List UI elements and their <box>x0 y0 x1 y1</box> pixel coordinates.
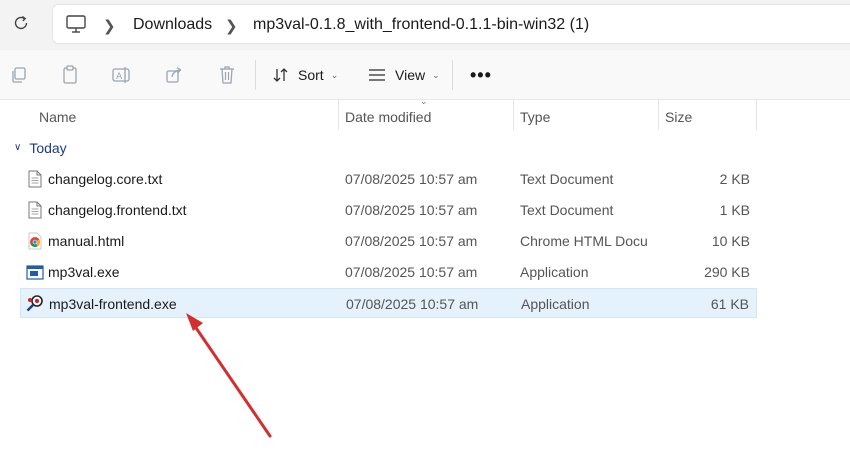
share-button[interactable] <box>163 64 185 86</box>
text-file-icon <box>28 170 42 188</box>
file-name: mp3val-frontend.exe <box>49 296 177 312</box>
breadcrumb-item-downloads[interactable]: Downloads <box>133 16 212 34</box>
chrome-html-icon <box>28 232 42 250</box>
more-options-button[interactable]: ••• <box>470 65 492 86</box>
view-list-icon <box>369 69 385 81</box>
breadcrumb-item-current-folder[interactable]: mp3val-0.1.8_with_frontend-0.1.1-bin-win… <box>253 16 589 34</box>
sort-label: Sort <box>298 67 324 83</box>
column-header-name[interactable]: Name <box>33 100 338 132</box>
sort-button[interactable]: Sort ⌄ <box>272 64 338 86</box>
column-header-size[interactable]: Size <box>659 100 756 132</box>
share-icon <box>166 66 182 83</box>
console-app-icon <box>26 265 44 280</box>
toolbar-divider <box>452 60 453 90</box>
file-row-selected[interactable]: mp3val-frontend.exe 07/08/2025 10:57 am … <box>20 288 757 318</box>
file-type: Text Document <box>520 171 614 187</box>
file-type: Application <box>520 264 589 280</box>
file-size: 2 KB <box>719 171 750 187</box>
file-row[interactable]: mp3val.exe 07/08/2025 10:57 am Applicati… <box>20 257 757 287</box>
rename-icon: A <box>112 67 130 83</box>
trash-icon <box>220 66 234 84</box>
file-date: 07/08/2025 10:57 am <box>345 264 478 280</box>
chevron-down-icon: ⌄ <box>432 69 440 80</box>
file-name: changelog.core.txt <box>48 171 163 187</box>
copy-button[interactable] <box>8 64 30 86</box>
mp3val-frontend-icon <box>26 295 43 312</box>
chevron-down-icon[interactable]: ∨ <box>14 142 21 153</box>
breadcrumb[interactable]: ❯ Downloads ❯ mp3val-0.1.8_with_frontend… <box>52 4 850 44</box>
this-pc-icon[interactable] <box>65 14 87 34</box>
view-label: View <box>395 67 426 83</box>
file-name: manual.html <box>48 233 125 249</box>
chevron-right-icon[interactable]: ❯ <box>225 17 238 35</box>
delete-button[interactable] <box>216 64 238 86</box>
paste-button[interactable] <box>59 64 81 86</box>
rename-button[interactable]: A <box>111 64 133 86</box>
annotation-arrow-shaft <box>190 320 272 438</box>
toolbar-divider <box>255 60 256 90</box>
file-row[interactable]: changelog.core.txt 07/08/2025 10:57 am T… <box>20 164 757 194</box>
file-row[interactable]: changelog.frontend.txt 07/08/2025 10:57 … <box>20 195 757 225</box>
file-name: mp3val.exe <box>48 264 120 280</box>
file-row[interactable]: manual.html 07/08/2025 10:57 am Chrome H… <box>20 226 757 256</box>
file-size: 1 KB <box>719 202 750 218</box>
svg-text:A: A <box>116 72 123 82</box>
file-size: 61 KB <box>710 296 749 312</box>
group-header-today[interactable]: ∨ Today <box>14 140 67 156</box>
refresh-icon <box>14 15 28 30</box>
file-name: changelog.frontend.txt <box>48 202 187 218</box>
text-file-icon <box>28 201 42 219</box>
file-type: Text Document <box>520 202 614 218</box>
group-label: Today <box>29 140 67 156</box>
file-size: 10 KB <box>711 233 750 249</box>
file-date: 07/08/2025 10:57 am <box>345 233 478 249</box>
chevron-right-icon[interactable]: ❯ <box>103 17 116 35</box>
command-bar: A Sort ⌄ View ⌄ ••• <box>0 50 850 100</box>
file-date: 07/08/2025 10:57 am <box>345 202 478 218</box>
refresh-button[interactable] <box>8 10 34 36</box>
file-type: Application <box>521 296 590 312</box>
file-size: 290 KB <box>704 264 750 280</box>
sort-icon <box>273 68 288 82</box>
chevron-down-icon: ⌄ <box>330 69 339 80</box>
file-date: 07/08/2025 10:57 am <box>345 171 478 187</box>
file-date: 07/08/2025 10:57 am <box>346 296 479 312</box>
paste-icon <box>63 65 77 84</box>
copy-icon <box>12 67 26 83</box>
address-bar: ❯ Downloads ❯ mp3val-0.1.8_with_frontend… <box>0 0 850 50</box>
column-divider[interactable] <box>756 100 757 130</box>
column-header-type[interactable]: Type <box>514 100 658 132</box>
column-header-date-modified[interactable]: Date modified <box>339 100 513 132</box>
view-button[interactable]: View ⌄ <box>367 64 440 86</box>
file-type: Chrome HTML Docu... <box>520 233 648 249</box>
